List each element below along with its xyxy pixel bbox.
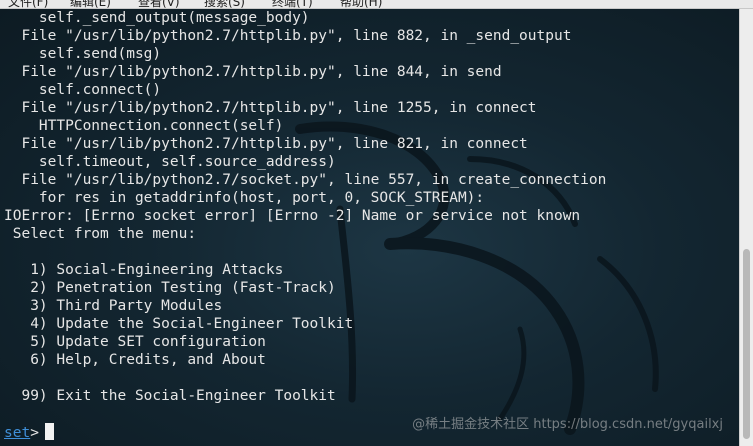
terminal-line: HTTPConnection.connect(self) [4, 118, 284, 134]
menu-help[interactable]: 帮助(H) [340, 0, 382, 8]
menu-terminal[interactable]: 终端(T) [272, 0, 313, 8]
scrollbar-thumb[interactable] [743, 249, 750, 439]
terminal-line: File "/usr/lib/python2.7/httplib.py", li… [4, 136, 528, 152]
text-cursor [44, 423, 54, 440]
terminal-line: self._send_output(message_body) [4, 10, 310, 26]
prompt-label: set [4, 425, 31, 441]
terminal-line: File "/usr/lib/python2.7/httplib.py", li… [4, 28, 572, 44]
menu-file[interactable]: 文件(F) [8, 0, 48, 8]
menu-edit[interactable]: 编辑(E) [70, 0, 111, 8]
menu-option-2: 2) Penetration Testing (Fast-Track) [4, 280, 336, 296]
command-prompt[interactable]: set> [4, 423, 54, 441]
watermark-text: @稀土掘金技术社区 https://blog.csdn.net/gyqailxj [412, 417, 723, 432]
error-line: IOError: [Errno socket error] [Errno -2]… [4, 208, 581, 224]
terminal-line: File "/usr/lib/python2.7/socket.py", lin… [4, 172, 607, 188]
menu-search[interactable]: 搜索(S) [204, 0, 245, 8]
terminal-line: self.connect() [4, 82, 162, 98]
menu-option-3: 3) Third Party Modules [4, 298, 223, 314]
menu-option-99: 99) Exit the Social-Engineer Toolkit [4, 388, 336, 404]
menu-option-5: 5) Update SET configuration [4, 334, 266, 350]
terminal-window: 文件(F) 编辑(E) 查看(V) 搜索(S) 终端(T) 帮助(H) self… [0, 0, 753, 446]
menu-heading: Select from the menu: [4, 226, 197, 242]
terminal-line: self.timeout, self.source_address) [4, 154, 336, 170]
terminal-line: File "/usr/lib/python2.7/httplib.py", li… [4, 64, 502, 80]
menu-option-1: 1) Social-Engineering Attacks [4, 262, 284, 278]
menu-bar: 文件(F) 编辑(E) 查看(V) 搜索(S) 终端(T) 帮助(H) [0, 0, 753, 9]
terminal-output[interactable]: self._send_output(message_body) File "/u… [0, 9, 739, 446]
terminal-line: File "/usr/lib/python2.7/httplib.py", li… [4, 100, 537, 116]
terminal-line: self.send(msg) [4, 46, 162, 62]
menu-view[interactable]: 查看(V) [138, 0, 180, 8]
vertical-scrollbar[interactable] [739, 9, 753, 446]
terminal-lines: self._send_output(message_body) File "/u… [4, 9, 606, 423]
menu-option-6: 6) Help, Credits, and About [4, 352, 266, 368]
menu-option-4: 4) Update the Social-Engineer Toolkit [4, 316, 354, 332]
terminal-line: for res in getaddrinfo(host, port, 0, SO… [4, 190, 485, 206]
prompt-symbol: > [30, 425, 39, 441]
